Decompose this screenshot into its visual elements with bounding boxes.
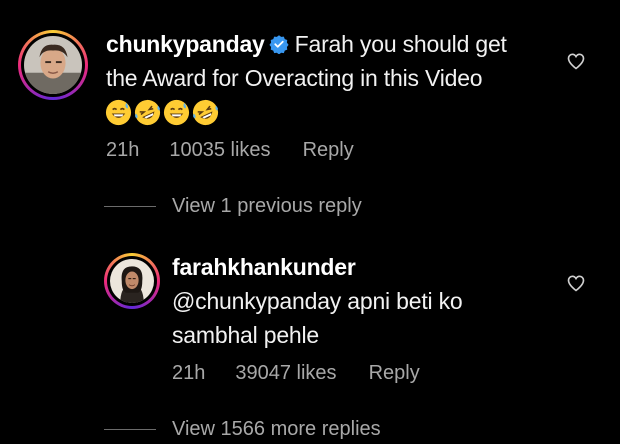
comment-body-line1: Farah you should get xyxy=(294,31,507,57)
story-ring[interactable] xyxy=(104,253,160,309)
grinning-sweat-emoji xyxy=(105,99,132,126)
comment-body-line2: sambhal pehle xyxy=(172,322,320,348)
avatar-frame xyxy=(21,33,85,97)
comment-username[interactable]: chunkypanday xyxy=(106,31,265,57)
comment-likes-count[interactable]: 39047 likes xyxy=(235,362,336,385)
avatar[interactable] xyxy=(110,259,154,303)
comment-body-line2: the Award for Overacting in this Video xyxy=(106,65,483,91)
comment-text: farahkhankunder @chunkypanday apni beti … xyxy=(172,250,552,352)
view-previous-reply-button[interactable]: View 1 previous reply xyxy=(104,195,362,218)
emoji-row xyxy=(104,98,220,128)
comment-meta: 21h 39047 likes Reply xyxy=(172,362,420,385)
avatar-photo xyxy=(24,36,82,94)
avatar-frame xyxy=(107,256,157,306)
comment-body-line1: @chunkypanday apni beti ko xyxy=(172,288,463,314)
comment-timestamp: 21h xyxy=(106,139,140,161)
reply-button[interactable]: Reply xyxy=(303,139,354,162)
comment-timestamp: 21h xyxy=(172,362,206,384)
thread-divider xyxy=(104,429,156,430)
view-more-replies-button[interactable]: View 1566 more replies xyxy=(104,418,381,441)
thread-divider xyxy=(104,206,156,207)
reply-button[interactable]: Reply xyxy=(369,362,420,385)
view-previous-reply-label: View 1 previous reply xyxy=(172,195,362,217)
rofl-emoji xyxy=(134,99,161,126)
story-ring[interactable] xyxy=(18,30,88,100)
heart-outline-icon[interactable] xyxy=(566,51,586,71)
rofl-emoji xyxy=(192,99,219,126)
verified-badge-icon xyxy=(269,34,289,54)
comment-text: chunkypanday Farah you should get the Awa… xyxy=(106,27,566,95)
comment-meta: 21h 10035 likes Reply xyxy=(106,139,354,162)
grinning-sweat-emoji xyxy=(163,99,190,126)
view-more-replies-label: View 1566 more replies xyxy=(172,418,381,440)
avatar[interactable] xyxy=(24,36,82,94)
avatar-photo xyxy=(110,259,154,303)
heart-outline-icon[interactable] xyxy=(566,273,586,293)
comment-username[interactable]: farahkhankunder xyxy=(172,254,356,280)
comment-likes-count[interactable]: 10035 likes xyxy=(169,139,270,162)
